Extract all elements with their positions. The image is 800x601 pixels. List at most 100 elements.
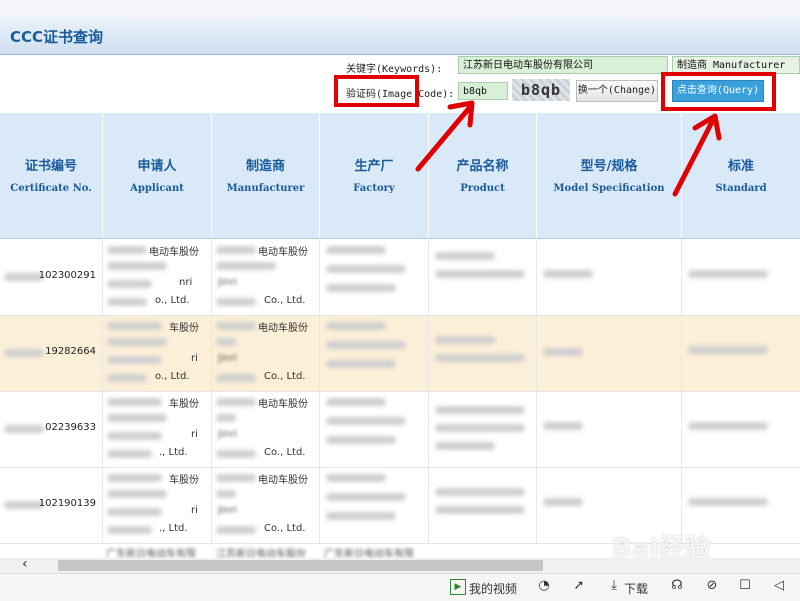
cell-certificate: 102190139: [0, 468, 103, 543]
blurred-content: [543, 348, 583, 356]
column-header-model[interactable]: 型号/规格 Model Specification: [537, 113, 682, 238]
blurred-content: [688, 422, 768, 430]
cell-manufacturer: 电动车股份 Jinri Co., Ltd.: [212, 316, 320, 391]
blurred-content: [216, 262, 276, 270]
blurred-content: [216, 414, 236, 422]
table-row[interactable]: 02239633 车股份 ri ., Ltd. 电动车股份 Jinri Co.,…: [0, 392, 800, 468]
annotation-arrow-captcha: [415, 100, 475, 172]
cell-model: [537, 240, 682, 315]
applicant-text: nri: [179, 277, 193, 288]
blurred-content: [326, 322, 386, 330]
blurred-content: [107, 414, 167, 422]
applicant-text: ., Ltd.: [159, 447, 188, 458]
blurred-content: [326, 417, 406, 425]
window-icon[interactable]: ☐: [738, 579, 752, 593]
blurred-content: [326, 474, 386, 482]
blurred-content: [216, 526, 256, 534]
headset-icon[interactable]: ☊: [670, 579, 684, 593]
applicant-text: 车股份: [169, 475, 199, 486]
manufacturer-text: Co., Ltd.: [264, 447, 306, 458]
manufacturer-text: 电动车股份: [258, 323, 308, 334]
manufacturer-text: Jinri: [218, 429, 237, 440]
cell-manufacturer: 电动车股份 Jinri Co., Ltd.: [212, 392, 320, 467]
annotation-arrow-query: [672, 113, 722, 197]
column-header-label: 申请人: [137, 159, 177, 174]
rocket-icon[interactable]: ➚: [572, 579, 586, 593]
scrollbar-thumb[interactable]: [58, 560, 543, 571]
keywords-input[interactable]: 江苏新日电动车股份有限公司: [458, 56, 668, 74]
cell-applicant: 电动车股份 nri o., Ltd.: [103, 240, 212, 315]
applicant-text: ri: [191, 353, 198, 364]
blurred-content: [326, 512, 396, 520]
column-header-manufacturer[interactable]: 制造商 Manufacturer: [212, 113, 320, 238]
blurred-content: [107, 262, 167, 270]
blurred-content: [326, 360, 396, 368]
blurred-content: [435, 488, 525, 496]
blurred-content: [326, 246, 386, 254]
column-header-label-en: Factory: [353, 183, 395, 194]
scroll-left-icon[interactable]: ‹: [22, 556, 28, 572]
column-header-label-en: Manufacturer: [226, 183, 305, 194]
blurred-content: [216, 246, 256, 254]
column-header-label-en: Certificate No.: [10, 183, 92, 194]
browser-status-bar: ▶ 我的视频 ◔ ➚ ⤓ 下载 ☊ ⊘ ☐ ◁: [0, 573, 800, 601]
blurred-content: [216, 398, 256, 406]
applicant-text: ri: [191, 505, 198, 516]
manufacturer-text: Co., Ltd.: [264, 523, 306, 534]
blurred-content: [435, 354, 525, 362]
blurred-content: [435, 252, 495, 260]
blurred-content: [107, 508, 162, 516]
page-title: CCC证书查询: [10, 28, 104, 46]
table-row[interactable]: 19282664 车股份 ri o., Ltd. 电动车股份 Jinri Co.…: [0, 316, 800, 392]
column-header-certificate[interactable]: 证书编号 Certificate No.: [0, 113, 103, 238]
table-row[interactable]: 102300291 电动车股份 nri o., Ltd. 电动车股份 Jinri…: [0, 240, 800, 316]
manufacturer-text: Jinri: [218, 505, 237, 516]
browser-top-strip: [0, 0, 800, 18]
manufacturer-text: Jinri: [218, 277, 237, 288]
applicant-text: o., Ltd.: [155, 295, 190, 306]
applicant-text: 电动车股份: [149, 247, 199, 258]
manufacturer-text: Jinri: [218, 353, 237, 364]
applicant-text: 车股份: [169, 399, 199, 410]
cell-model: [537, 316, 682, 391]
download-link[interactable]: 下载: [624, 580, 648, 597]
cell-factory: [320, 392, 429, 467]
blurred-content: [435, 442, 495, 450]
cell-factory: [320, 468, 429, 543]
blurred-content: [326, 493, 406, 501]
blurred-content: [107, 356, 162, 364]
download-icon[interactable]: ⤓: [607, 579, 621, 593]
blurred-content: [107, 374, 147, 382]
manufacturer-text: 江苏新日电动车股份: [216, 549, 306, 558]
blurred-content: [688, 346, 768, 354]
blurred-content: [326, 284, 396, 292]
my-video-link[interactable]: 我的视频: [469, 580, 517, 597]
blurred-content: [216, 322, 256, 330]
column-header-label-en: Product: [460, 183, 505, 194]
blurred-content: [4, 349, 44, 357]
search-form: 关键字(Keywords): 江苏新日电动车股份有限公司 制造商 Manufac…: [0, 55, 800, 113]
cell-factory: [320, 240, 429, 315]
cell-factory: [320, 316, 429, 391]
manufacturer-text: 电动车股份: [258, 475, 308, 486]
certificate-number: 02239633: [45, 422, 96, 433]
blurred-content: [107, 450, 152, 458]
change-captcha-button[interactable]: 换一个(Change): [576, 80, 658, 102]
blurred-content: [107, 322, 162, 330]
column-header-applicant[interactable]: 申请人 Applicant: [103, 113, 212, 238]
cell-standard: [682, 316, 800, 391]
cell-product: [429, 392, 537, 467]
blurred-content: [216, 338, 236, 346]
blurred-content: [216, 490, 236, 498]
blurred-content: [107, 474, 162, 482]
blurred-content: [216, 474, 256, 482]
browser-icon[interactable]: ⊘: [705, 579, 719, 593]
horizontal-scrollbar[interactable]: ‹: [0, 556, 800, 573]
cell-model: [537, 392, 682, 467]
speed-icon[interactable]: ◔: [537, 579, 551, 593]
play-icon[interactable]: ▶: [450, 579, 466, 595]
cell-standard: [682, 240, 800, 315]
volume-icon[interactable]: ◁: [772, 579, 786, 593]
blurred-content: [107, 246, 147, 254]
blurred-content: [435, 506, 525, 514]
